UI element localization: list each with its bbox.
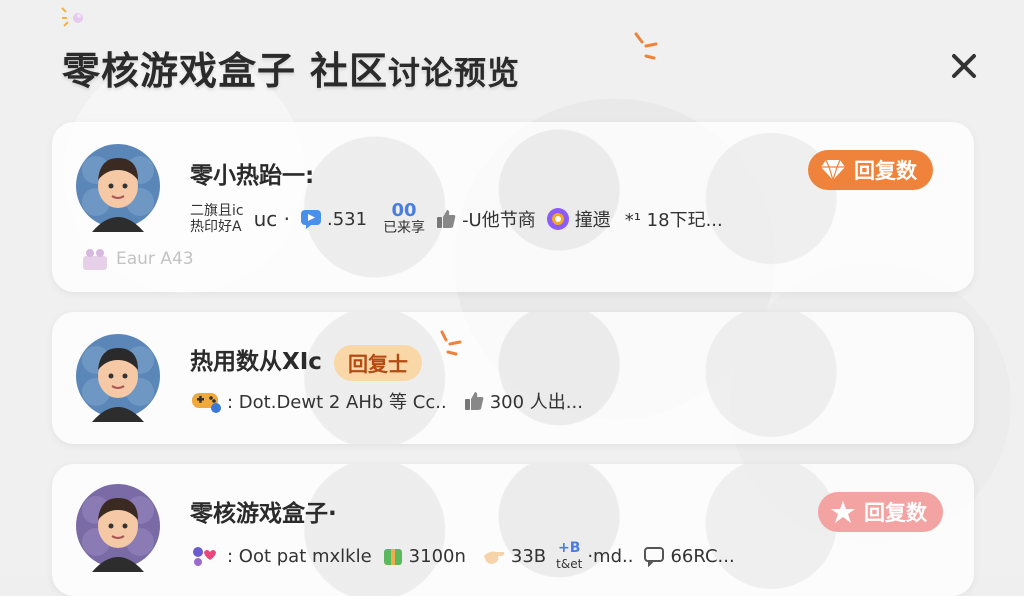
post-title[interactable]: 零核游戏盒子· <box>190 494 337 528</box>
tag-label: 撞遗 <box>574 210 611 231</box>
comment-icon <box>644 547 665 567</box>
hashtag-bottom: t&et <box>556 557 583 571</box>
page-title: 零核游戏盒子 社区讨论预览 <box>62 40 520 95</box>
post-meta: 二旗且ic 热印好A uc · .531 00 已来享 -U他节商 撞遗 *¹ … <box>190 200 723 237</box>
like-item[interactable]: 300 人出... <box>463 388 583 414</box>
share-count: 00 <box>391 200 417 221</box>
reply-count-label: 回复数 <box>864 501 927 525</box>
like-label: -U他节商 <box>462 210 536 231</box>
close-button[interactable] <box>946 48 982 84</box>
diamond-icon <box>821 159 845 181</box>
sparkle-icon <box>634 32 658 60</box>
title-main: 零核游戏盒子 <box>62 49 297 93</box>
comment-count-value: .531 <box>326 208 368 230</box>
author-text: : Dot.Dewt 2 AHb 等 Cc.. <box>227 392 447 413</box>
comment-count: .531 <box>300 208 367 230</box>
faded-footer: Eaur A43 <box>80 246 194 272</box>
likes-count: 33B <box>510 545 547 567</box>
uc-label: uc · <box>253 207 290 231</box>
hand-icon <box>483 551 505 564</box>
sparkle-icon <box>440 330 462 356</box>
title-sub: 社区 <box>310 49 389 93</box>
author-line-2: 热印好A <box>190 219 242 235</box>
gift-icon <box>383 549 402 565</box>
author-item[interactable]: : Oot pat mxlkle <box>190 544 372 568</box>
post-time: *¹ 18下玘... <box>624 210 723 231</box>
star-icon <box>831 501 855 523</box>
likes-item[interactable]: 33B <box>482 546 546 567</box>
author-line-1: 二旗且ic <box>190 203 244 219</box>
post-meta: : Dot.Dewt 2 AHb 等 Cc.. 300 人出... <box>190 388 583 414</box>
title-tail: 讨论预览 <box>388 54 521 92</box>
gamepad-icon <box>192 393 221 413</box>
like-count: 300 人出... <box>489 392 583 413</box>
avatar <box>76 334 160 422</box>
share-block[interactable]: 00 已来享 <box>383 200 426 237</box>
comment-icon <box>300 210 321 229</box>
reply-count-badge[interactable]: 回复数 <box>818 492 943 532</box>
comments-count: 66RC... <box>670 545 735 567</box>
post-meta: : Oot pat mxlkle 3100n 33B +B t&et ·md.. <box>190 540 735 572</box>
hashtag-top: +B <box>558 540 581 556</box>
post-title-row[interactable]: 热用数从XIc 回复士 <box>190 342 422 381</box>
post-title: 热用数从XIc <box>190 349 322 375</box>
post-card-3[interactable]: 零核游戏盒子· : Oot pat mxlkle 3100n 33B +B t&… <box>52 464 974 596</box>
reply-count-label: 回复数 <box>854 159 917 183</box>
post-card-2[interactable]: 热用数从XIc 回复士 : Dot.Dewt 2 AHb 等 Cc.. 300 … <box>52 312 974 444</box>
views-item: 3100n <box>382 545 466 567</box>
avatar <box>76 144 160 232</box>
post-title[interactable]: 零小热跆一: <box>190 156 314 190</box>
thumbs-up-icon <box>437 210 456 228</box>
hashtag-stack: +B t&et <box>556 540 582 572</box>
decoration-icon <box>61 7 83 27</box>
cake-icon <box>83 249 107 270</box>
close-icon <box>952 54 976 78</box>
author-item[interactable]: : Dot.Dewt 2 AHb 等 Cc.. <box>190 388 447 414</box>
reply-count-badge[interactable]: 回复数 <box>808 150 933 190</box>
hashtag-item[interactable]: +B t&et ·md.. <box>556 540 633 572</box>
author-block: 二旗且ic 热印好A <box>190 203 244 235</box>
tag-icon <box>546 208 569 230</box>
hearts-icon <box>193 547 216 566</box>
tag-item[interactable]: 撞遗 <box>546 206 611 232</box>
views-count: 3100n <box>408 545 466 567</box>
like-item[interactable]: -U他节商 <box>435 206 536 232</box>
share-label: 已来享 <box>383 220 426 236</box>
comments-item[interactable]: 66RC... <box>643 545 735 567</box>
faded-text: Eaur A43 <box>116 249 194 269</box>
avatar <box>76 484 160 572</box>
hashtag-text: ·md.. <box>587 545 634 567</box>
thumbs-up-icon <box>464 392 484 410</box>
reply-badge[interactable]: 回复士 <box>333 344 422 381</box>
author-text: : Oot pat mxlkle <box>227 545 372 567</box>
post-card-1[interactable]: 零小热跆一: 二旗且ic 热印好A uc · .531 00 已来享 -U他节商 <box>52 122 974 292</box>
